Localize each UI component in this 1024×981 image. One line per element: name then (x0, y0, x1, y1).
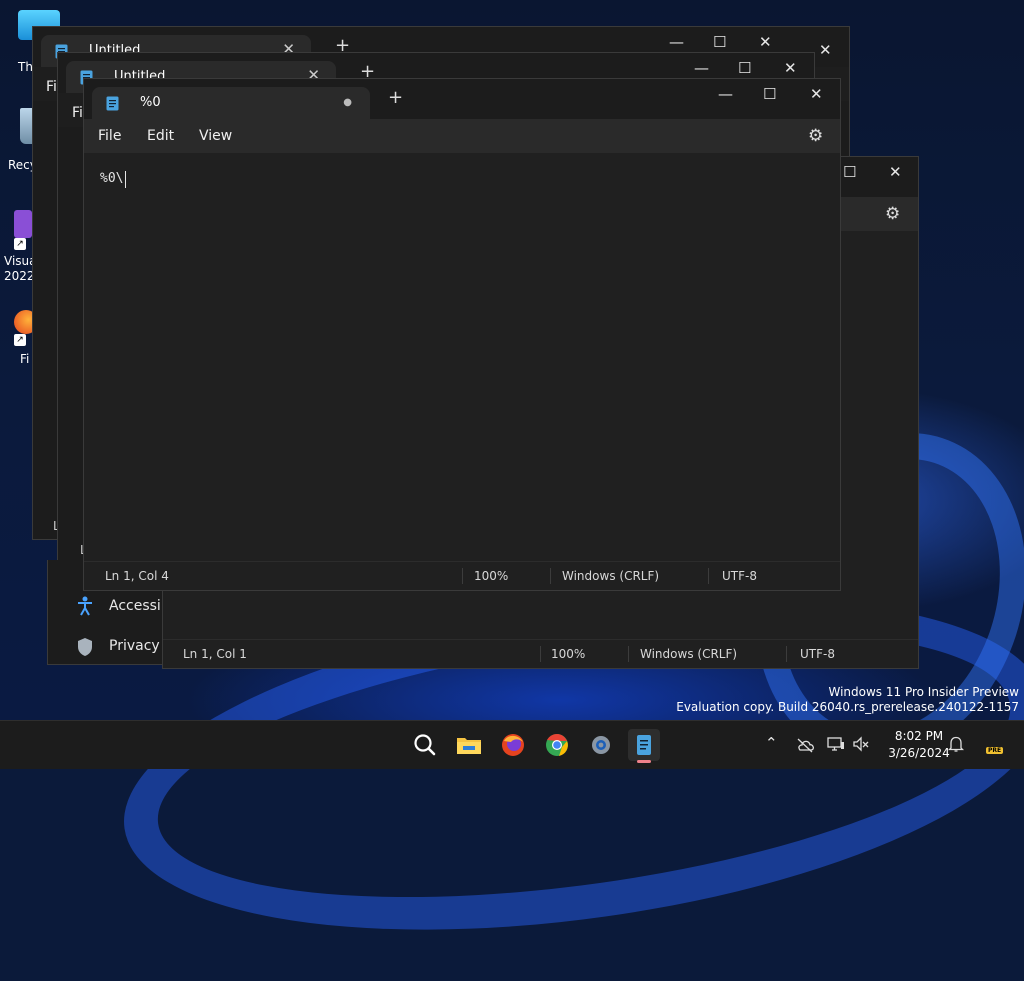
shortcut-arrow-icon: ↗ (14, 238, 26, 250)
close-button[interactable]: ✕ (819, 41, 832, 59)
notepad-icon (106, 96, 119, 111)
text-cursor (125, 171, 126, 188)
show-hidden-icons-button[interactable]: ⌃ (765, 734, 778, 752)
notepad-window-front[interactable]: %0 ● + — ☐ ✕ File Edit View ⚙ %0\ Ln 1, … (83, 78, 841, 591)
status-encoding[interactable]: UTF-8 (800, 647, 835, 661)
status-separator (628, 646, 629, 662)
status-position: Ln 1, Col 4 (105, 569, 169, 583)
close-button[interactable]: ✕ (810, 85, 823, 103)
accessibility-icon (78, 596, 92, 616)
unsaved-dot-icon[interactable]: ● (343, 97, 352, 108)
taskbar-chrome[interactable] (541, 729, 573, 761)
chrome-icon (546, 733, 568, 756)
status-separator (540, 646, 541, 662)
status-separator (462, 568, 463, 584)
menu-view[interactable]: View (199, 128, 232, 144)
active-indicator (637, 760, 651, 763)
firefox-icon (502, 734, 524, 756)
close-button[interactable]: ✕ (889, 163, 902, 181)
notification-bell-icon[interactable] (948, 735, 964, 753)
text-editor[interactable]: %0\ (84, 153, 840, 562)
close-button[interactable]: ✕ (784, 59, 797, 77)
menu-bar: File Edit View ⚙ (84, 119, 840, 153)
desktop-icon-label: Fi (20, 352, 30, 366)
status-zoom[interactable]: 100% (474, 569, 508, 583)
shield-icon (78, 638, 92, 656)
clock-time: 8:02 PM (894, 729, 944, 743)
onedrive-offline-icon[interactable] (795, 737, 815, 753)
editor-content: %0\ (100, 171, 124, 186)
settings-gear-icon (592, 736, 610, 754)
status-separator (550, 568, 551, 584)
taskbar-clock[interactable]: 8:02 PM 3/26/2024 (880, 728, 958, 762)
settings-gear-icon[interactable]: ⚙ (885, 204, 900, 224)
taskbar-firefox[interactable] (497, 729, 529, 761)
close-button[interactable]: ✕ (759, 33, 772, 51)
status-bar: Ln 1, Col 4 100% Windows (CRLF) UTF-8 (84, 561, 840, 590)
status-line-ending[interactable]: Windows (CRLF) (640, 647, 737, 661)
maximize-button[interactable]: ☐ (843, 163, 856, 181)
settings-nav-accessibility[interactable]: Accessib (109, 598, 170, 614)
settings-gear-icon[interactable]: ⚙ (808, 126, 823, 146)
minimize-button[interactable]: — (669, 33, 684, 51)
notepad-icon (637, 735, 651, 755)
status-encoding[interactable]: UTF-8 (722, 569, 757, 583)
status-line-ending[interactable]: Windows (CRLF) (562, 569, 659, 583)
status-separator (786, 646, 787, 662)
menu-file[interactable]: File (98, 128, 121, 144)
desktop-icon-label: Th (18, 60, 33, 74)
taskbar-search-button[interactable] (409, 729, 441, 761)
network-icon[interactable] (827, 736, 845, 752)
status-zoom[interactable]: 100% (551, 647, 585, 661)
clock-date: 3/26/2024 (888, 746, 950, 760)
shortcut-arrow-icon: ↗ (14, 334, 26, 346)
maximize-button[interactable]: ☐ (763, 85, 776, 103)
windows-watermark: Windows 11 Pro Insider Preview Evaluatio… (676, 685, 1019, 715)
pre-badge: PRE (986, 747, 1004, 754)
volume-muted-icon[interactable] (852, 736, 870, 752)
taskbar-settings[interactable] (585, 729, 617, 761)
status-bar: Ln 1, Col 1 100% Windows (CRLF) UTF-8 (163, 639, 918, 668)
title-bar[interactable]: %0 ● + — ☐ ✕ (84, 79, 840, 119)
folder-icon (457, 738, 481, 754)
tab-percent-0[interactable]: %0 ● (92, 87, 370, 119)
maximize-button[interactable]: ☐ (713, 33, 726, 51)
watermark-line2: Evaluation copy. Build 26040.rs_prerelea… (676, 700, 1019, 714)
menu-file[interactable]: Fi (72, 105, 83, 121)
search-icon (414, 734, 436, 756)
visual-studio-icon (14, 210, 32, 238)
minimize-button[interactable]: — (694, 59, 709, 77)
status-separator (708, 568, 709, 584)
maximize-button[interactable]: ☐ (738, 59, 751, 77)
new-tab-button[interactable]: + (388, 87, 403, 108)
minimize-button[interactable]: — (718, 85, 733, 103)
taskbar-file-explorer[interactable] (453, 729, 485, 761)
status-position: Ln 1, Col 1 (183, 647, 247, 661)
watermark-line1: Windows 11 Pro Insider Preview (828, 685, 1019, 699)
menu-file[interactable]: Fi (46, 79, 57, 95)
menu-edit[interactable]: Edit (147, 128, 174, 144)
tab-label: %0 (140, 95, 161, 110)
taskbar-notepad[interactable] (628, 729, 660, 763)
taskbar: ⌃ 8:02 PM 3/26/2024 PRE (0, 720, 1024, 769)
